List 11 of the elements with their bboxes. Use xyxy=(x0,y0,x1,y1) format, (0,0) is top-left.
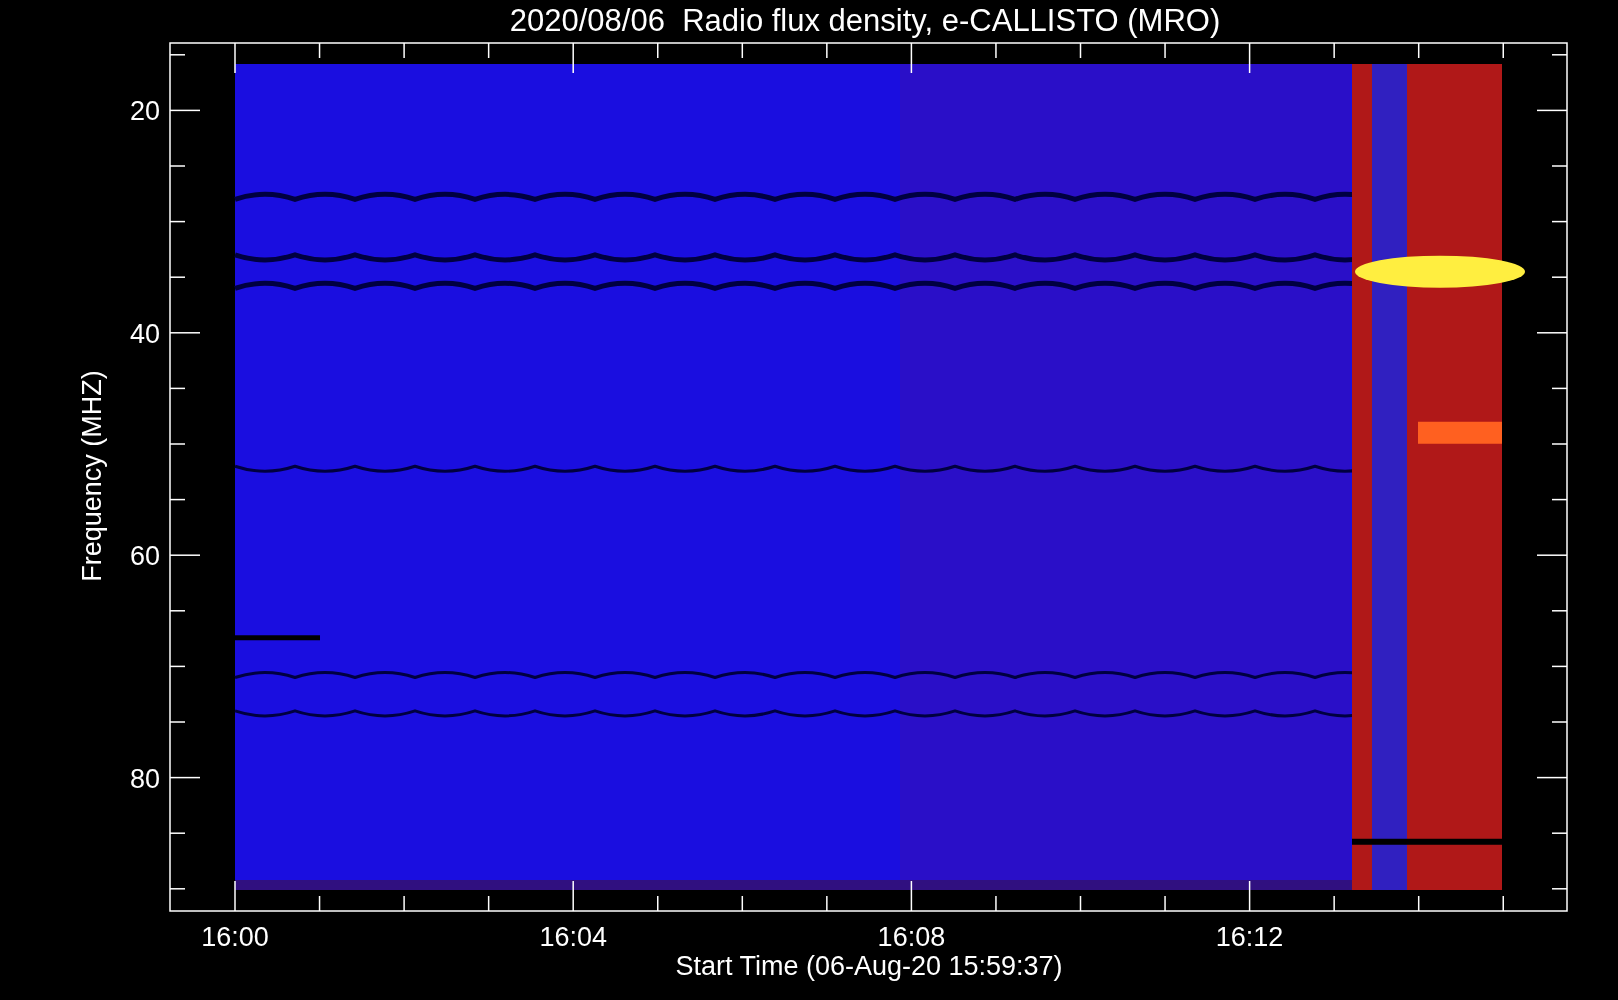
y-tick-label: 40 xyxy=(129,318,160,349)
y-axis-label: Frequency (MHZ) xyxy=(77,370,107,582)
chart-title: 2020/08/06 Radio flux density, e-CALLISTO (MRO) xyxy=(509,3,1221,38)
x-tick-label: 16:00 xyxy=(201,922,269,952)
x-tick-label: 16:08 xyxy=(877,922,946,952)
x-axis-label: Start Time (06-Aug-20 15:59:37) xyxy=(675,951,1063,981)
y-tick-label: 20 xyxy=(129,96,160,127)
y-tick-label: 60 xyxy=(129,541,160,572)
y-tick-label: 80 xyxy=(129,763,160,794)
x-tick-label: 16:12 xyxy=(1215,922,1284,952)
x-tick-label: 16:04 xyxy=(539,922,607,952)
